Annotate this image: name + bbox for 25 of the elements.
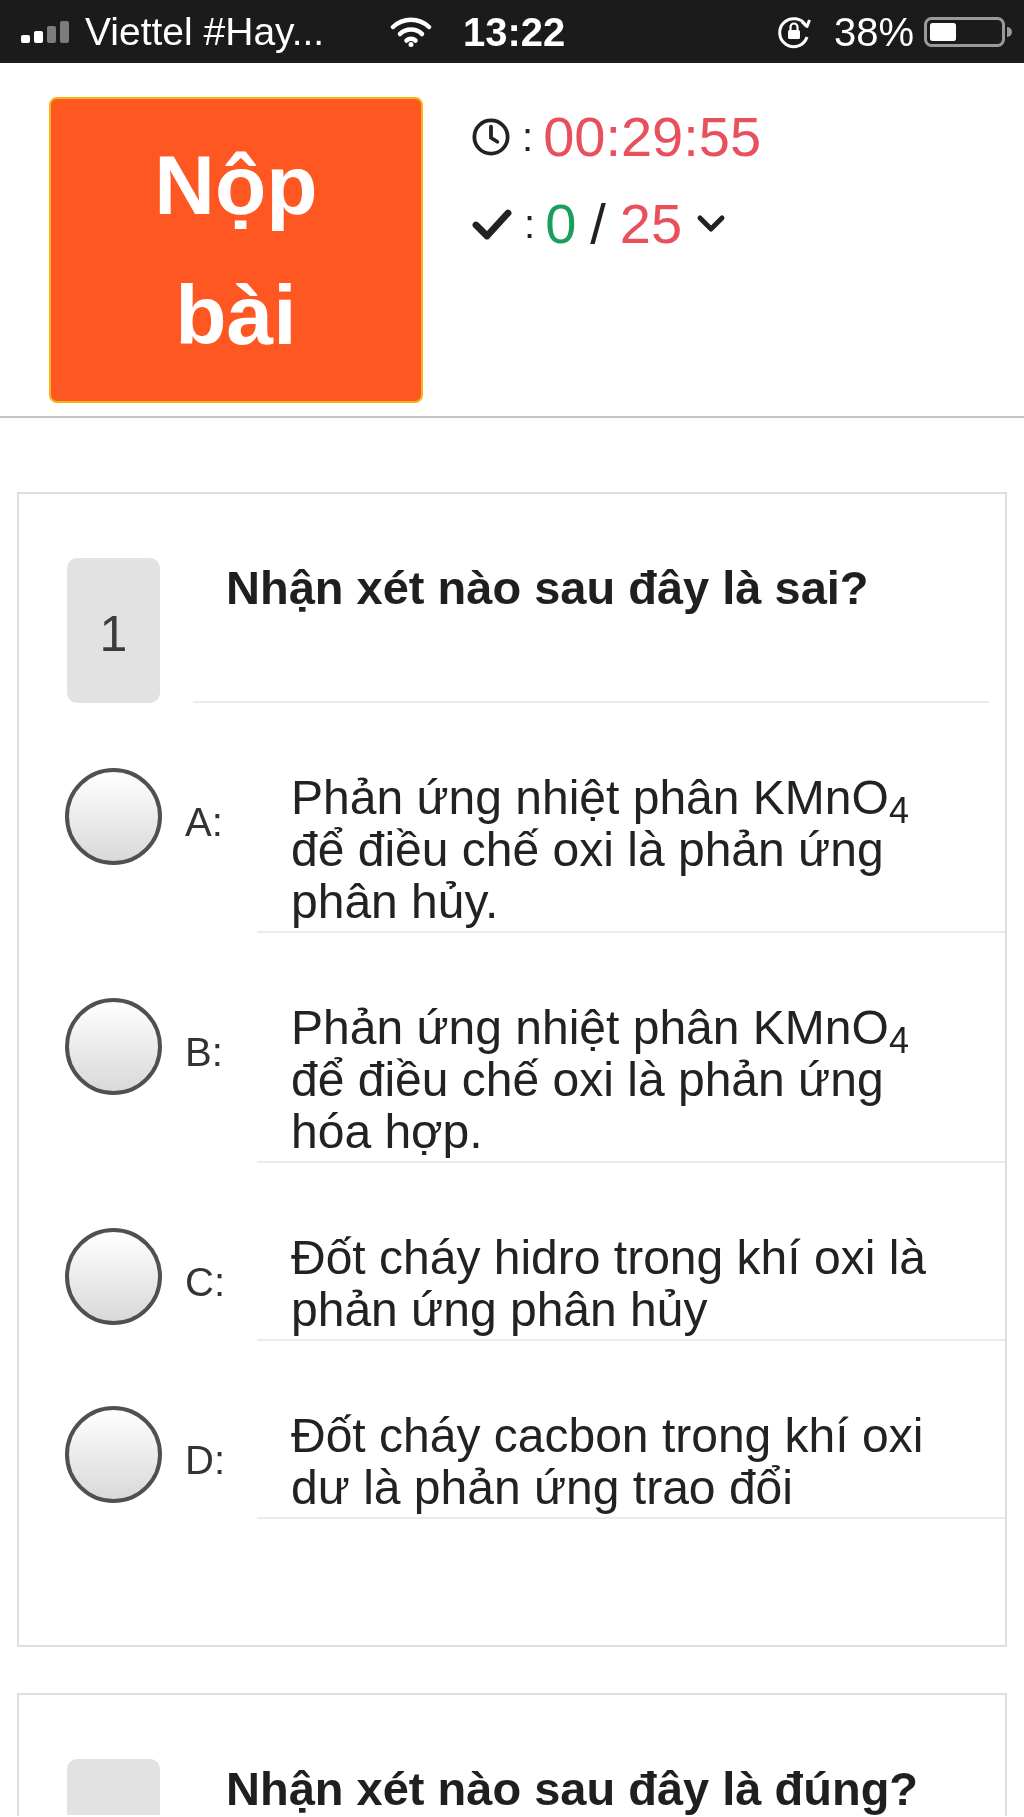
clock-icon: [472, 118, 510, 156]
option-label: B:: [185, 1029, 224, 1076]
option-text[interactable]: Đốt cháy hidro trong khí oxi là phản ứng phân hủy: [291, 1232, 953, 1336]
carrier-name: Viettel #Hay...: [85, 12, 325, 51]
correct-count: 0: [545, 192, 577, 256]
score-separator: :: [524, 204, 536, 244]
total-count: 25: [619, 192, 683, 256]
wifi-icon: [390, 16, 432, 47]
timer-value: 00:29:55: [543, 105, 762, 169]
option-text[interactable]: Đốt cháy cacbon trong khí oxi dư là phản ứng trao đổi: [291, 1410, 953, 1514]
option-text[interactable]: Phản ứng nhiệt phân KMnO$_{4}$ để điều chế oxi là phản ứng phân hủy.: [291, 772, 953, 928]
question-number: 1: [67, 558, 160, 703]
option-label: A:: [185, 799, 224, 846]
timer-separator: :: [522, 117, 534, 157]
chevron-down-icon[interactable]: [696, 214, 727, 234]
option-label: D:: [185, 1437, 226, 1484]
option-text[interactable]: Phản ứng nhiệt phân KMnO$_{4}$ để điều chế oxi là phản ứng hóa hợp.: [291, 1002, 953, 1158]
battery-icon: [924, 16, 1012, 47]
checkmark-icon: [472, 208, 512, 240]
option-label: C:: [185, 1259, 226, 1306]
question-text: Nhận xét nào sau đây là đúng?: [225, 1761, 920, 1816]
question-text: Nhận xét nào sau đây là sai?: [225, 560, 870, 615]
clock-time: 13:22: [463, 11, 566, 52]
score-slash: /: [590, 192, 606, 256]
battery-percent: 38%: [833, 11, 914, 52]
